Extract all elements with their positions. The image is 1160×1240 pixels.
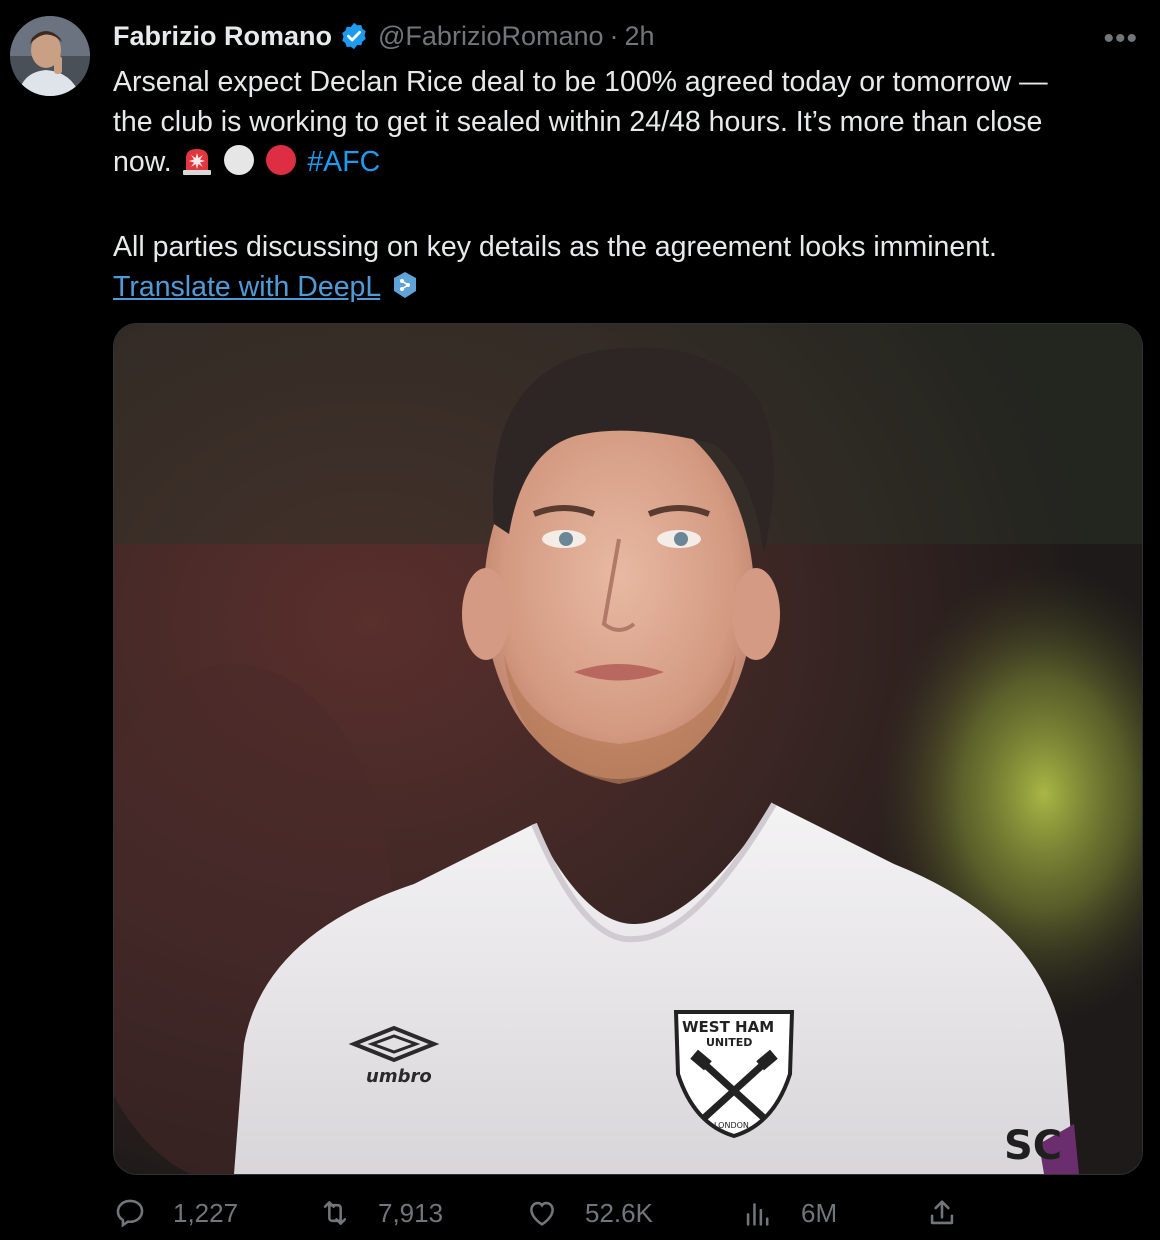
retweet-button[interactable]: 7,913 bbox=[318, 1196, 443, 1230]
reply-count: 1,227 bbox=[173, 1197, 239, 1228]
tweet-actions: 1,227 7,913 52.6K 6M bbox=[113, 1196, 1143, 1240]
translate-link[interactable]: Translate with DeepL bbox=[113, 271, 380, 303]
badge-text-2: UNITED bbox=[706, 1036, 752, 1049]
tweet-line-3-text: now. bbox=[113, 146, 172, 178]
translate-row: Translate with DeepL bbox=[113, 267, 1143, 310]
timestamp[interactable]: 2h bbox=[625, 21, 655, 52]
author-handle[interactable]: @FabrizioRomano bbox=[378, 21, 604, 52]
like-icon bbox=[530, 1201, 554, 1226]
police-light-emoji bbox=[180, 146, 214, 187]
hashtag-link[interactable]: #AFC bbox=[307, 146, 380, 178]
retweet-icon bbox=[323, 1201, 347, 1225]
avatar[interactable] bbox=[10, 16, 90, 96]
share-button[interactable] bbox=[925, 1196, 959, 1230]
tweet-line-3: now. #AFC bbox=[113, 142, 1143, 187]
views-icon bbox=[746, 1203, 769, 1226]
tweet-line-2: the club is working to get it sealed wit… bbox=[113, 106, 1043, 138]
tweet-media-image[interactable]: umbro WEST HAM UNITED LONDON SC bbox=[113, 323, 1143, 1175]
tweet-line-1: Arsenal expect Declan Rice deal to be 10… bbox=[113, 66, 1048, 98]
tweet-header: Fabrizio Romano @FabrizioRomano · 2h bbox=[113, 18, 655, 54]
verified-badge-icon[interactable] bbox=[339, 21, 369, 51]
badge-text-3: LONDON bbox=[714, 1121, 749, 1130]
views-count: 6M bbox=[801, 1197, 838, 1228]
tweet-text: Arsenal expect Declan Rice deal to be 10… bbox=[113, 62, 1143, 310]
separator: · bbox=[609, 20, 619, 51]
author-name[interactable]: Fabrizio Romano bbox=[113, 21, 332, 52]
sleeve-text: SC bbox=[1004, 1123, 1062, 1169]
deepl-icon[interactable] bbox=[392, 270, 418, 310]
badge-text-1: WEST HAM bbox=[682, 1018, 774, 1036]
tweet: Fabrizio Romano @FabrizioRomano · 2h •••… bbox=[0, 0, 1160, 1240]
share-icon bbox=[930, 1200, 954, 1225]
white-circle-emoji bbox=[223, 144, 255, 187]
red-circle-emoji bbox=[265, 144, 297, 187]
retweet-count: 7,913 bbox=[378, 1197, 444, 1228]
like-count: 52.6K bbox=[585, 1197, 653, 1228]
like-button[interactable]: 52.6K bbox=[525, 1196, 653, 1230]
reply-icon bbox=[116, 1199, 144, 1228]
tweet-paragraph-2: All parties discussing on key details as… bbox=[113, 231, 997, 263]
more-icon[interactable]: ••• bbox=[1103, 22, 1138, 56]
kit-brand-text: umbro bbox=[366, 1066, 432, 1087]
views-button[interactable]: 6M bbox=[741, 1196, 837, 1230]
reply-button[interactable]: 1,227 bbox=[113, 1196, 238, 1230]
